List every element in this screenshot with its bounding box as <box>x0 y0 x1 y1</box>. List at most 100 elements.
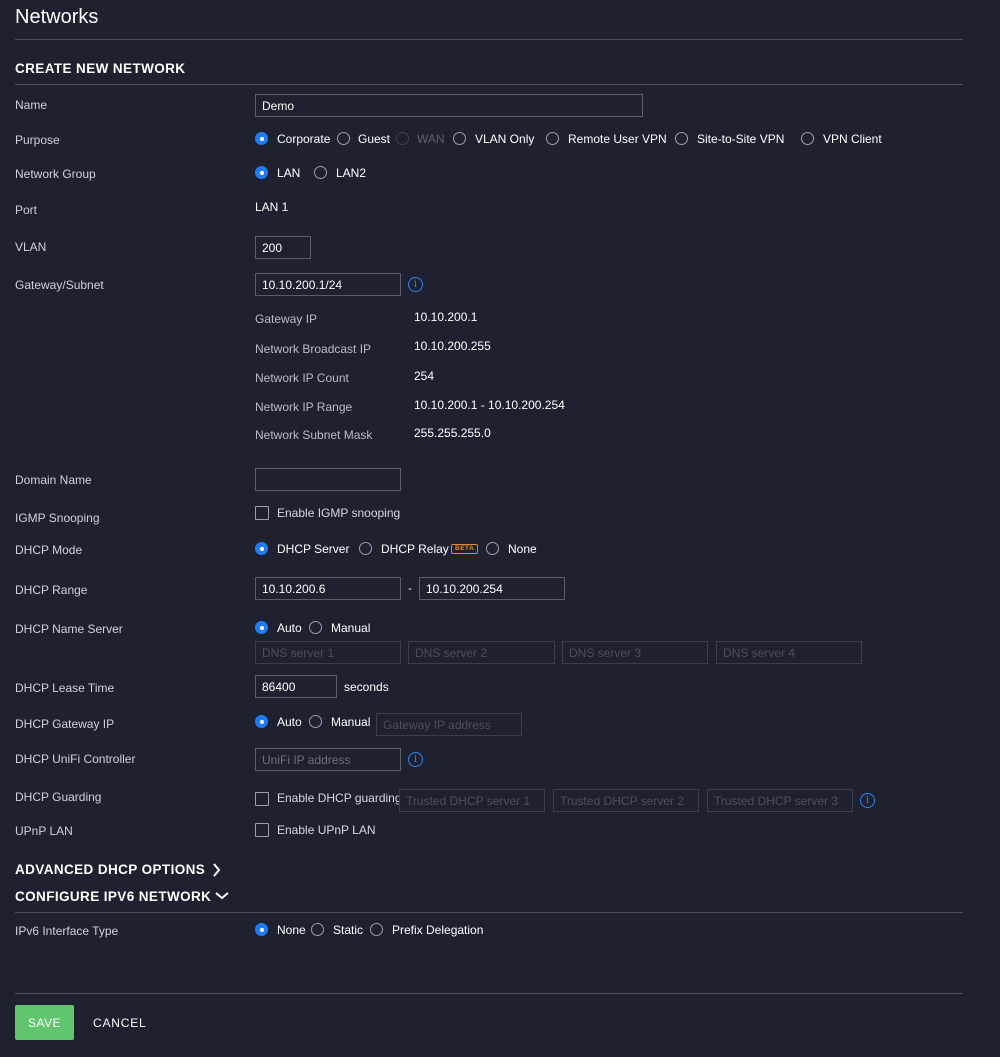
gateway-subnet-input[interactable] <box>255 273 401 296</box>
dns-server-2-input[interactable] <box>408 641 555 664</box>
gateway-ip-manual-label[interactable]: Manual <box>331 715 370 729</box>
ipv6-static-label[interactable]: Static <box>333 923 363 937</box>
purpose-remote-user-vpn-label[interactable]: Remote User VPN <box>568 132 667 146</box>
purpose-vpn-client-label[interactable]: VPN Client <box>823 132 882 146</box>
advanced-dhcp-options-toggle[interactable]: ADVANCED DHCP OPTIONS <box>15 862 205 877</box>
trusted-dhcp-server-1-input[interactable] <box>399 789 545 812</box>
unifi-ip-address-input[interactable] <box>255 748 401 771</box>
name-server-auto-label[interactable]: Auto <box>277 621 302 635</box>
ipv6-section-divider <box>15 912 963 913</box>
upnp-lan-checkbox-label[interactable]: Enable UPnP LAN <box>277 823 376 837</box>
network-group-lan-radio[interactable] <box>255 166 268 179</box>
purpose-guest-radio[interactable] <box>337 132 350 145</box>
dhcp-gateway-ip-label: DHCP Gateway IP <box>15 717 115 731</box>
dhcp-mode-relay-label[interactable]: DHCP Relay <box>381 542 449 556</box>
purpose-remote-user-vpn-radio[interactable] <box>546 132 559 145</box>
ipv6-none-radio[interactable] <box>255 923 268 936</box>
vlan-input[interactable] <box>255 236 311 259</box>
dhcp-guarding-info-icon[interactable]: i <box>860 793 875 808</box>
gateway-ip-address-input[interactable] <box>376 713 522 736</box>
cancel-button[interactable]: CANCEL <box>87 1005 152 1040</box>
dhcp-range-start-input[interactable] <box>255 577 401 600</box>
name-input[interactable] <box>255 94 643 117</box>
upnp-lan-label: UPnP LAN <box>15 824 73 838</box>
configure-ipv6-network-toggle[interactable]: CONFIGURE IPV6 NETWORK <box>15 889 211 904</box>
dns-server-4-input[interactable] <box>716 641 862 664</box>
ipv6-none-label[interactable]: None <box>277 923 306 937</box>
ip-range-info-value: 10.10.200.1 - 10.10.200.254 <box>414 398 565 412</box>
lease-time-input[interactable] <box>255 675 337 698</box>
chevron-right-icon[interactable] <box>212 863 221 877</box>
dhcp-range-label: DHCP Range <box>15 583 88 597</box>
purpose-site-to-site-vpn-radio[interactable] <box>675 132 688 145</box>
dhcp-name-server-label: DHCP Name Server <box>15 622 123 636</box>
purpose-wan-radio <box>396 132 409 145</box>
name-server-manual-label[interactable]: Manual <box>331 621 370 635</box>
ipv6-prefix-delegation-radio[interactable] <box>370 923 383 936</box>
dhcp-mode-server-radio[interactable] <box>255 542 268 555</box>
dhcp-unifi-controller-label: DHCP UniFi Controller <box>15 752 136 766</box>
save-button[interactable]: SAVE <box>15 1005 74 1040</box>
gateway-ip-info-value: 10.10.200.1 <box>414 310 478 324</box>
purpose-vlan-only-radio[interactable] <box>453 132 466 145</box>
dhcp-guarding-checkbox[interactable] <box>255 792 269 806</box>
purpose-wan-label: WAN <box>417 132 445 146</box>
unifi-controller-info-icon[interactable]: i <box>408 752 423 767</box>
purpose-corporate-radio[interactable] <box>255 132 268 145</box>
gateway-ip-auto-radio[interactable] <box>255 715 268 728</box>
port-label: Port <box>15 203 38 217</box>
advanced-dhcp-options-title: ADVANCED DHCP OPTIONS <box>15 862 206 877</box>
network-group-lan-label[interactable]: LAN <box>277 166 300 180</box>
ipv6-prefix-delegation-label[interactable]: Prefix Delegation <box>392 923 483 937</box>
dhcp-guarding-checkbox-label[interactable]: Enable DHCP guarding <box>277 791 402 805</box>
trusted-dhcp-server-2-input[interactable] <box>553 789 699 812</box>
name-server-manual-radio[interactable] <box>309 621 322 634</box>
ipv6-interface-type-label: IPv6 Interface Type <box>15 924 119 938</box>
gateway-ip-auto-label[interactable]: Auto <box>277 715 302 729</box>
dhcp-guarding-label: DHCP Guarding <box>15 790 102 804</box>
purpose-corporate-label[interactable]: Corporate <box>277 132 330 146</box>
title-divider <box>15 39 963 40</box>
dns-server-1-input[interactable] <box>255 641 401 664</box>
name-label: Name <box>15 98 48 112</box>
purpose-site-to-site-vpn-label[interactable]: Site-to-Site VPN <box>697 132 784 146</box>
subnet-mask-info-label: Network Subnet Mask <box>255 428 373 442</box>
configure-ipv6-network-title: CONFIGURE IPV6 NETWORK <box>15 889 212 904</box>
upnp-lan-checkbox[interactable] <box>255 823 269 837</box>
domain-name-input[interactable] <box>255 468 401 491</box>
ip-count-info-label: Network IP Count <box>255 371 349 385</box>
trusted-dhcp-server-3-input[interactable] <box>707 789 853 812</box>
gateway-subnet-info-icon[interactable]: i <box>408 277 423 292</box>
broadcast-ip-info-value: 10.10.200.255 <box>414 339 491 353</box>
ipv6-static-radio[interactable] <box>311 923 324 936</box>
igmp-snooping-checkbox-label[interactable]: Enable IGMP snooping <box>277 506 400 520</box>
igmp-snooping-checkbox[interactable] <box>255 506 269 520</box>
gateway-ip-manual-radio[interactable] <box>309 715 322 728</box>
gateway-ip-info-label: Gateway IP <box>255 312 318 326</box>
dhcp-mode-none-label[interactable]: None <box>508 542 537 556</box>
network-group-lan2-label[interactable]: LAN2 <box>336 166 366 180</box>
purpose-guest-label[interactable]: Guest <box>358 132 390 146</box>
dhcp-mode-relay-radio[interactable] <box>359 542 372 555</box>
name-server-auto-radio[interactable] <box>255 621 268 634</box>
purpose-vpn-client-radio[interactable] <box>801 132 814 145</box>
dns-server-3-input[interactable] <box>562 641 708 664</box>
ip-range-info-label: Network IP Range <box>255 400 353 414</box>
ip-count-info-value: 254 <box>414 369 435 383</box>
dhcp-range-end-input[interactable] <box>419 577 565 600</box>
dhcp-lease-time-label: DHCP Lease Time <box>15 681 115 695</box>
beta-badge: BETA <box>451 544 479 554</box>
broadcast-ip-info-label: Network Broadcast IP <box>255 342 372 356</box>
network-group-lan2-radio[interactable] <box>314 166 327 179</box>
subnet-mask-info-value: 255.255.255.0 <box>414 426 491 440</box>
chevron-down-icon[interactable] <box>215 891 229 900</box>
dhcp-mode-server-label[interactable]: DHCP Server <box>277 542 349 556</box>
section-divider <box>15 84 963 85</box>
network-group-label: Network Group <box>15 167 96 181</box>
purpose-vlan-only-label[interactable]: VLAN Only <box>475 132 534 146</box>
port-value: LAN 1 <box>255 200 289 214</box>
igmp-snooping-label: IGMP Snooping <box>15 511 100 525</box>
page-title: Networks <box>15 6 99 28</box>
section-title: CREATE NEW NETWORK <box>15 61 186 76</box>
dhcp-mode-none-radio[interactable] <box>486 542 499 555</box>
